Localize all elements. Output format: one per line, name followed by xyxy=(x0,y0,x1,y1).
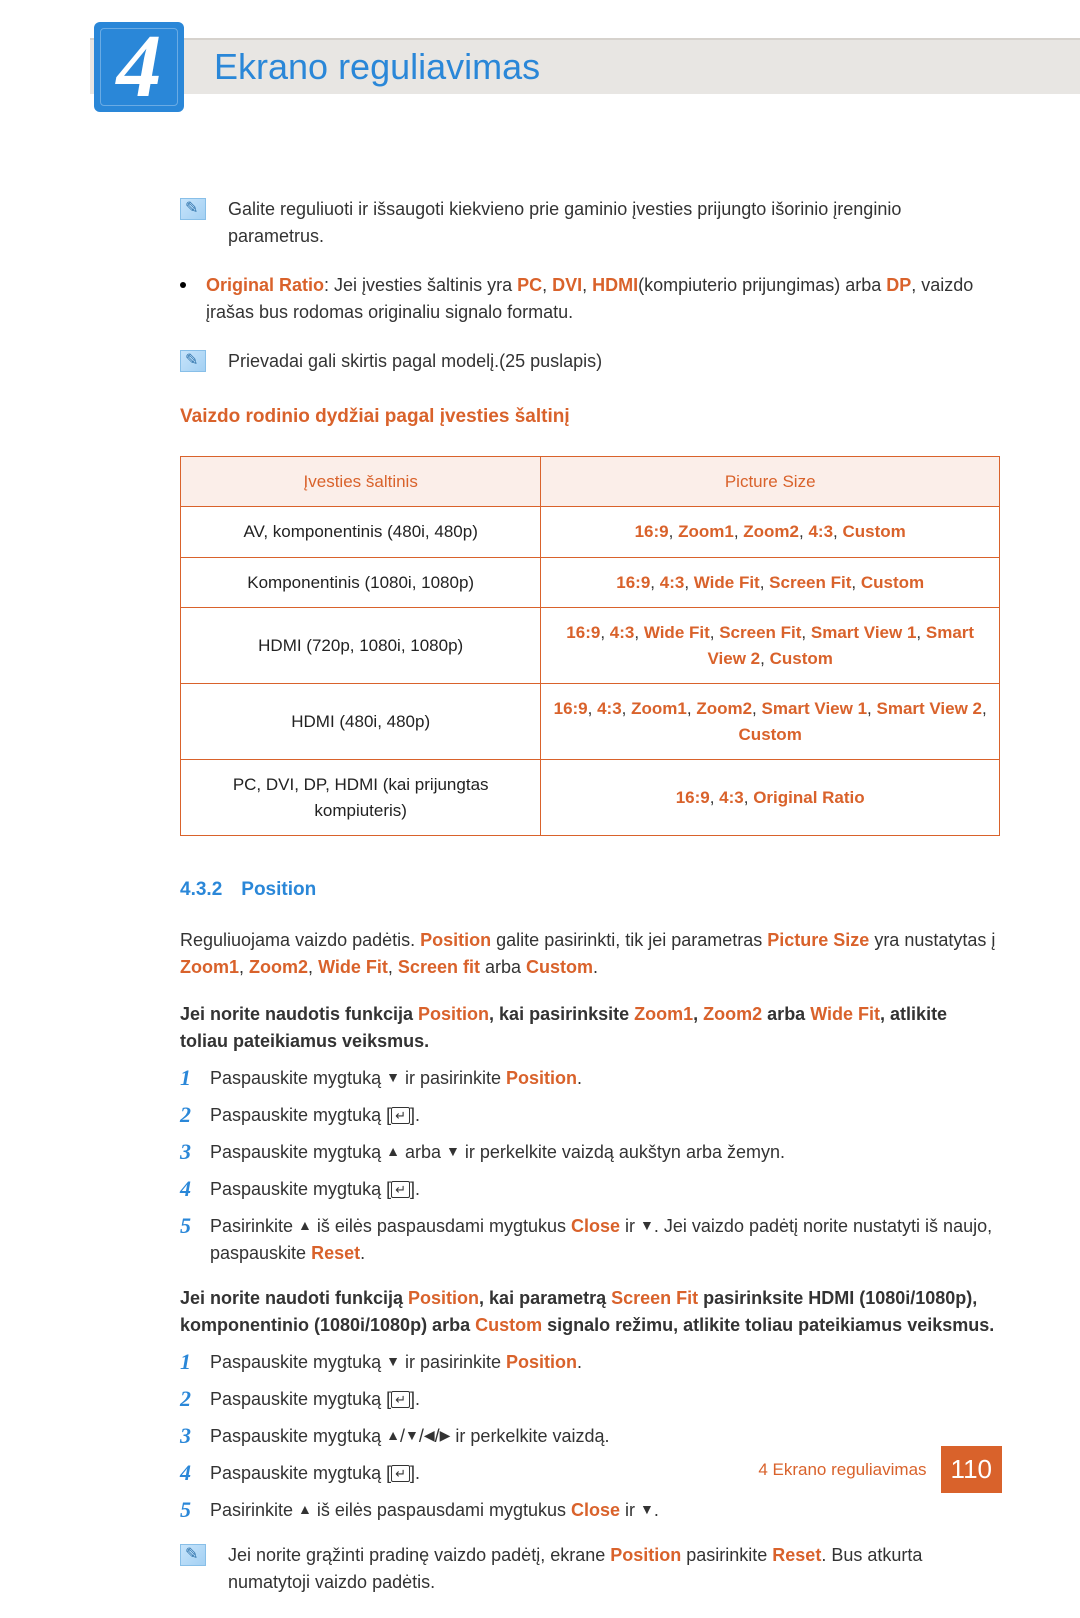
instruction-lead-1: Jei norite naudotis funkcija Position, k… xyxy=(180,1001,1000,1055)
section-heading: 4.3.2 Position xyxy=(180,876,1000,905)
step-item: 1Paspauskite mygtuką ▼ ir pasirinkite Po… xyxy=(180,1349,1000,1376)
step-item: 1Paspauskite mygtuką ▼ ir pasirinkite Po… xyxy=(180,1065,1000,1092)
steps-list-b: 1Paspauskite mygtuką ▼ ir pasirinkite Po… xyxy=(180,1349,1000,1524)
step-item: 5Pasirinkite ▲ iš eilės paspausdami mygt… xyxy=(180,1497,1000,1524)
enter-icon: ↵ xyxy=(391,1391,410,1408)
table-row: HDMI (480i, 480p)16:9, 4:3, Zoom1, Zoom2… xyxy=(181,684,1000,760)
note-icon xyxy=(180,198,206,220)
step-number: 1 xyxy=(180,1065,210,1091)
table-row: AV, komponentinis (480i, 480p)16:9, Zoom… xyxy=(181,507,1000,558)
step-number: 3 xyxy=(180,1139,210,1165)
step-number: 5 xyxy=(180,1497,210,1523)
instruction-lead-2: Jei norite naudoti funkciją Position, ka… xyxy=(180,1285,1000,1339)
note-text: Galite reguliuoti ir išsaugoti kiekvieno… xyxy=(228,196,1000,250)
cell-source: HDMI (480i, 480p) xyxy=(181,684,541,760)
step-number: 4 xyxy=(180,1176,210,1202)
table-heading: Vaizdo rodinio dydžiai pagal įvesties ša… xyxy=(180,403,1000,432)
page-content: Galite reguliuoti ir išsaugoti kiekvieno… xyxy=(180,196,1000,1618)
cell-source: Komponentinis (1080i, 1080p) xyxy=(181,557,541,608)
step-text: Paspauskite mygtuką [↵]. xyxy=(210,1102,1000,1129)
note-text: Jei norite grąžinti pradinę vaizdo padėt… xyxy=(228,1542,1000,1596)
note-text: Prievadai gali skirtis pagal modelį.(25 … xyxy=(228,348,1000,375)
th-picture-size: Picture Size xyxy=(541,456,1000,507)
cell-picture-size: 16:9, 4:3, Original Ratio xyxy=(541,760,1000,836)
cell-source: PC, DVI, DP, HDMI (kai prijungtas kompiu… xyxy=(181,760,541,836)
table-row: HDMI (720p, 1080i, 1080p)16:9, 4:3, Wide… xyxy=(181,608,1000,684)
chapter-number-badge: 4 xyxy=(94,22,184,112)
step-number: 4 xyxy=(180,1460,210,1486)
table-row: PC, DVI, DP, HDMI (kai prijungtas kompiu… xyxy=(181,760,1000,836)
page-number: 110 xyxy=(941,1446,1002,1493)
table-row: Komponentinis (1080i, 1080p)16:9, 4:3, W… xyxy=(181,557,1000,608)
bullet-icon xyxy=(180,282,186,288)
step-text: Paspauskite mygtuką ▼ ir pasirinkite Pos… xyxy=(210,1065,1000,1092)
step-item: 3Paspauskite mygtuką ▲ arba ▼ ir perkelk… xyxy=(180,1139,1000,1166)
bullet-text: Original Ratio: Jei įvesties šaltinis yr… xyxy=(206,272,1000,326)
cell-source: AV, komponentinis (480i, 480p) xyxy=(181,507,541,558)
step-number: 3 xyxy=(180,1423,210,1449)
step-number: 5 xyxy=(180,1213,210,1239)
step-number: 2 xyxy=(180,1102,210,1128)
th-source: Įvesties šaltinis xyxy=(181,456,541,507)
step-text: Pasirinkite ▲ iš eilės paspausdami mygtu… xyxy=(210,1213,1000,1267)
step-text: Paspauskite mygtuką [↵]. xyxy=(210,1176,1000,1203)
chapter-title: Ekrano reguliavimas xyxy=(214,40,540,94)
step-item: 2Paspauskite mygtuką [↵]. xyxy=(180,1102,1000,1129)
cell-picture-size: 16:9, 4:3, Wide Fit, Screen Fit, Custom xyxy=(541,557,1000,608)
step-number: 2 xyxy=(180,1386,210,1412)
cell-picture-size: 16:9, 4:3, Zoom1, Zoom2, Smart View 1, S… xyxy=(541,684,1000,760)
enter-icon: ↵ xyxy=(391,1465,410,1482)
note-icon xyxy=(180,350,206,372)
position-paragraph: Reguliuojama vaizdo padėtis. Position ga… xyxy=(180,927,1000,981)
note-icon xyxy=(180,1544,206,1566)
cell-picture-size: 16:9, 4:3, Wide Fit, Screen Fit, Smart V… xyxy=(541,608,1000,684)
step-text: Pasirinkite ▲ iš eilės paspausdami mygtu… xyxy=(210,1497,1000,1524)
picture-size-table: Įvesties šaltinis Picture Size AV, kompo… xyxy=(180,456,1000,837)
cell-picture-size: 16:9, Zoom1, Zoom2, 4:3, Custom xyxy=(541,507,1000,558)
enter-icon: ↵ xyxy=(391,1181,410,1198)
step-text: Paspauskite mygtuką ▲ arba ▼ ir perkelki… xyxy=(210,1139,1000,1166)
step-number: 1 xyxy=(180,1349,210,1375)
step-text: Paspauskite mygtuką [↵]. xyxy=(210,1386,1000,1413)
footer-chapter-label: 4 Ekrano reguliavimas xyxy=(758,1457,926,1483)
step-item: 5Pasirinkite ▲ iš eilės paspausdami mygt… xyxy=(180,1213,1000,1267)
step-item: 2Paspauskite mygtuką [↵]. xyxy=(180,1386,1000,1413)
page-footer: 4 Ekrano reguliavimas 110 xyxy=(758,1446,1002,1493)
step-item: 4Paspauskite mygtuką [↵]. xyxy=(180,1176,1000,1203)
steps-list-a: 1Paspauskite mygtuką ▼ ir pasirinkite Po… xyxy=(180,1065,1000,1267)
step-text: Paspauskite mygtuką ▼ ir pasirinkite Pos… xyxy=(210,1349,1000,1376)
enter-icon: ↵ xyxy=(391,1107,410,1124)
cell-source: HDMI (720p, 1080i, 1080p) xyxy=(181,608,541,684)
